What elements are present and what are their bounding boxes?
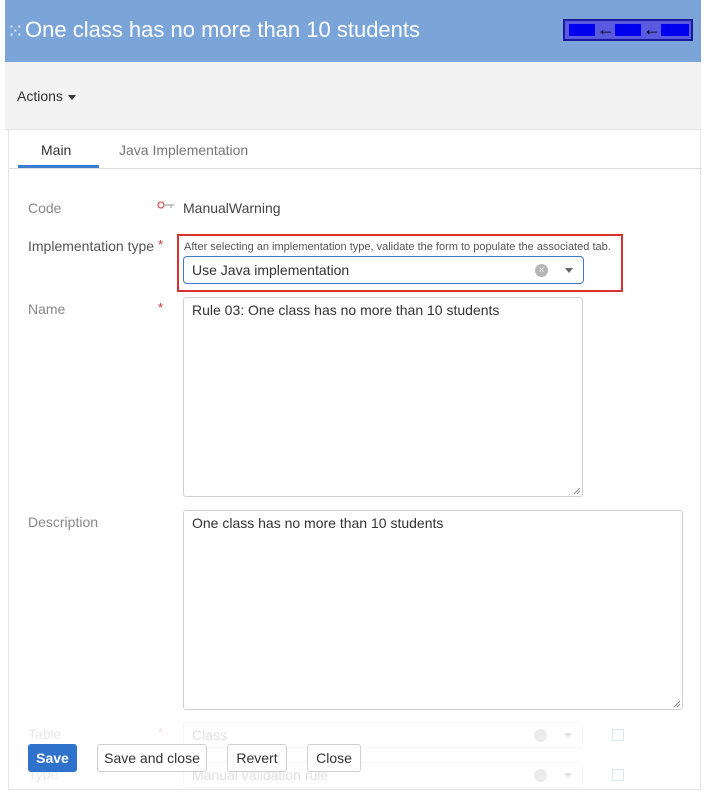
implementation-type-select[interactable]: Use Java implementation ×: [183, 256, 584, 284]
table-label: Table: [28, 726, 62, 742]
tab-bar: Main Java Implementation: [9, 130, 702, 169]
description-value: One class has no more than 10 students: [192, 515, 444, 531]
revert-button[interactable]: Revert: [227, 744, 287, 772]
save-and-close-button[interactable]: Save and close: [97, 744, 207, 772]
name-textarea[interactable]: Rule 03: One class has no more than 10 s…: [183, 297, 583, 497]
nav-mid-block[interactable]: [615, 24, 641, 36]
implementation-type-value: Use Java implementation: [192, 262, 350, 278]
table-value: Class: [192, 727, 228, 743]
resize-handle-icon[interactable]: [673, 700, 681, 708]
previous-arrow-icon-2[interactable]: ←: [643, 18, 661, 40]
key-icon: [157, 201, 174, 209]
resize-handle-icon[interactable]: [573, 487, 581, 495]
chevron-down-icon[interactable]: [564, 733, 572, 738]
required-marker: *: [158, 300, 164, 315]
save-button[interactable]: Save: [28, 744, 77, 772]
name-label: Name: [28, 301, 66, 317]
implementation-type-highlight: After selecting an implementation type, …: [177, 234, 623, 292]
implementation-type-hint: After selecting an implementation type, …: [184, 241, 611, 253]
code-label: Code: [28, 200, 62, 216]
page-header: ⁙ One class has no more than 10 students…: [5, 0, 701, 62]
external-link-icon[interactable]: [612, 769, 624, 781]
actions-menu-button[interactable]: Actions: [17, 88, 76, 104]
action-bar: Actions: [5, 62, 701, 130]
description-textarea[interactable]: One class has no more than 10 students: [183, 510, 683, 710]
tab-java-implementation[interactable]: Java Implementation: [119, 142, 248, 158]
chevron-down-icon[interactable]: [565, 268, 573, 273]
clear-icon[interactable]: [534, 769, 547, 782]
external-link-icon[interactable]: [612, 729, 624, 741]
page-title: One class has no more than 10 students: [25, 17, 421, 42]
actions-label: Actions: [17, 88, 63, 104]
active-tab-indicator: [18, 165, 99, 168]
required-marker: *: [158, 725, 164, 740]
clear-icon[interactable]: [534, 729, 547, 742]
previous-arrow-icon[interactable]: ←: [597, 18, 615, 40]
required-marker: *: [158, 237, 164, 252]
tab-main[interactable]: Main: [41, 142, 71, 158]
name-value: Rule 03: One class has no more than 10 s…: [192, 302, 500, 318]
caret-down-icon: [67, 94, 76, 100]
clear-icon[interactable]: ×: [535, 264, 548, 277]
breadcrumb-separator: ⁙: [7, 21, 24, 43]
nav-first-block[interactable]: [569, 24, 595, 36]
nav-last-block[interactable]: [661, 24, 689, 36]
close-button[interactable]: Close: [307, 744, 361, 772]
chevron-down-icon[interactable]: [564, 773, 572, 778]
description-label: Description: [28, 514, 99, 530]
form-panel: Main Java Implementation Code ManualWarn…: [8, 130, 702, 790]
code-value: ManualWarning: [183, 200, 281, 216]
record-navigation[interactable]: ← ←: [563, 19, 693, 41]
implementation-type-label: Implementation type: [28, 238, 155, 254]
